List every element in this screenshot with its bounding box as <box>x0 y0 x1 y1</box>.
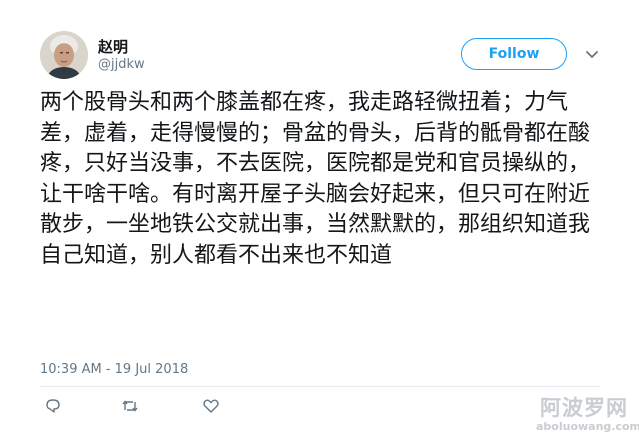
reply-icon[interactable] <box>44 397 62 415</box>
avatar[interactable] <box>40 31 88 79</box>
watermark-title: 阿波罗网 <box>540 396 628 420</box>
user-name[interactable]: 赵明 <box>98 36 128 57</box>
watermark-url: aboluowang.com <box>536 420 639 433</box>
tweet-card: 赵明 @jjdkw Follow 两个股骨头和两个膝盖都在疼，我走路轻微扭着；力… <box>0 0 639 443</box>
chevron-down-icon[interactable] <box>584 46 600 62</box>
divider <box>40 386 600 387</box>
heart-icon[interactable] <box>202 397 220 415</box>
tweet-text: 两个股骨头和两个膝盖都在疼，我走路轻微扭着；力气差，虚着，走得慢慢的；骨盆的骨头… <box>40 90 591 268</box>
follow-button-label: Follow <box>488 46 540 62</box>
tweet-timestamp[interactable]: 10:39 AM - 19 Jul 2018 <box>40 362 188 377</box>
avatar-photo-icon <box>40 31 88 79</box>
follow-button[interactable]: Follow <box>461 38 567 70</box>
user-handle[interactable]: @jjdkw <box>98 57 145 72</box>
retweet-icon[interactable] <box>121 397 139 415</box>
